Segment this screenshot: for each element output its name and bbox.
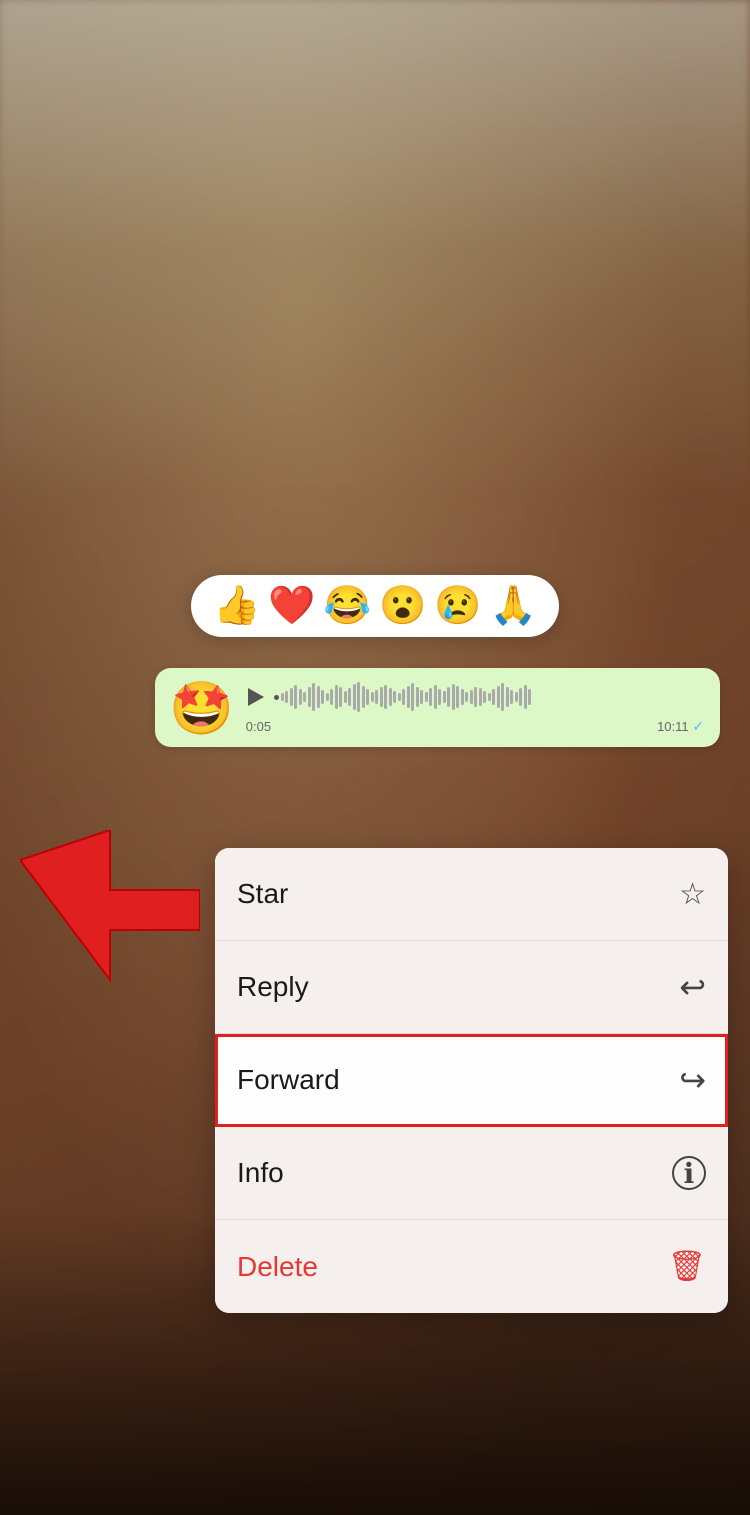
waveform-bar (299, 689, 302, 705)
voice-controls (246, 682, 704, 712)
waveform-bar (384, 685, 387, 709)
emoji-laugh[interactable]: 😂 (324, 587, 371, 625)
emoji-thumbsup[interactable]: 👍 (213, 587, 260, 625)
emoji-pray[interactable]: 🙏 (490, 587, 537, 625)
waveform-bar (470, 690, 473, 704)
waveform-bar (465, 692, 468, 702)
waveform-bar (501, 683, 504, 711)
waveform-bar (434, 685, 437, 709)
menu-item-info[interactable]: Info ℹ (215, 1127, 728, 1220)
forward-icon: ↪ (679, 1061, 706, 1099)
waveform-bar (366, 689, 369, 705)
waveform-bar (488, 693, 491, 701)
waveform-bar (515, 692, 518, 702)
waveform-bar (330, 689, 333, 705)
waveform-bar (375, 690, 378, 704)
red-arrow-annotation (20, 830, 200, 1010)
background-top-patch (0, 0, 750, 500)
menu-item-star[interactable]: Star ☆ (215, 848, 728, 941)
waveform-bar (407, 686, 410, 708)
menu-info-label: Info (237, 1157, 284, 1189)
menu-reply-label: Reply (237, 971, 309, 1003)
waveform-bar (456, 686, 459, 708)
waveform-bar (357, 682, 360, 712)
waveform-bar (326, 693, 329, 701)
waveform-bar (510, 690, 513, 704)
waveform (274, 682, 704, 712)
waveform-bar (461, 689, 464, 705)
waveform-bar (371, 692, 374, 702)
voice-message-bubble: 🤩 0:05 10:11 ✓ (155, 668, 720, 747)
delete-icon: 🗑 (668, 1249, 706, 1284)
waveform-bar (429, 688, 432, 706)
waveform-bar (411, 683, 414, 711)
waveform-bar (528, 689, 531, 705)
voice-duration-start: 0:05 (246, 719, 271, 734)
play-button-icon[interactable] (248, 688, 264, 706)
waveform-bar (380, 687, 383, 707)
waveform-bar (348, 688, 351, 706)
waveform-bar (281, 693, 284, 701)
context-menu: Star ☆ Reply ↩ Forward ↪ Info ℹ Delete 🗑 (215, 848, 728, 1313)
message-avatar-emoji: 🤩 (169, 683, 234, 735)
menu-star-label: Star (237, 878, 288, 910)
waveform-bar (416, 687, 419, 707)
waveform-bar (303, 692, 306, 702)
waveform-bar (438, 689, 441, 705)
menu-item-forward[interactable]: Forward ↪ (215, 1034, 728, 1127)
waveform-bar (285, 691, 288, 703)
info-icon: ℹ (672, 1156, 706, 1190)
menu-item-delete[interactable]: Delete 🗑 (215, 1220, 728, 1313)
waveform-bar (443, 691, 446, 703)
waveform-bar (497, 686, 500, 708)
waveform-bars (281, 682, 704, 712)
message-content: 0:05 10:11 ✓ (246, 682, 704, 735)
waveform-bar (425, 692, 428, 702)
waveform-dot (274, 695, 279, 700)
waveform-bar (389, 688, 392, 706)
waveform-bar (402, 689, 405, 705)
waveform-bar (362, 686, 365, 708)
emoji-surprised[interactable]: 😮 (379, 587, 426, 625)
message-time-row: 0:05 10:11 ✓ (246, 718, 704, 735)
emoji-reaction-bar[interactable]: 👍 ❤️ 😂 😮 😢 🙏 (191, 575, 559, 637)
waveform-bar (335, 685, 338, 709)
waveform-bar (344, 691, 347, 703)
waveform-bar (398, 693, 401, 701)
waveform-bar (312, 683, 315, 711)
waveform-bar (479, 688, 482, 706)
menu-delete-label: Delete (237, 1251, 318, 1283)
waveform-bar (452, 684, 455, 710)
waveform-bar (290, 688, 293, 706)
emoji-cry[interactable]: 😢 (434, 587, 481, 625)
waveform-bar (524, 685, 527, 709)
waveform-bar (393, 691, 396, 703)
voice-duration-end: 10:11 ✓ (657, 718, 704, 735)
waveform-bar (294, 685, 297, 709)
waveform-bar (483, 691, 486, 703)
waveform-bar (447, 687, 450, 707)
reply-icon: ↩ (679, 968, 706, 1006)
waveform-bar (353, 684, 356, 710)
waveform-bar (308, 687, 311, 707)
waveform-bar (492, 689, 495, 705)
waveform-bar (519, 688, 522, 706)
waveform-bar (474, 687, 477, 707)
waveform-bar (420, 690, 423, 704)
menu-forward-label: Forward (237, 1064, 340, 1096)
waveform-bar (506, 687, 509, 707)
waveform-bar (317, 686, 320, 708)
read-checkmark: ✓ (692, 718, 704, 734)
emoji-heart[interactable]: ❤️ (268, 587, 315, 625)
waveform-bar (321, 690, 324, 704)
star-icon: ☆ (679, 877, 706, 912)
menu-item-reply[interactable]: Reply ↩ (215, 941, 728, 1034)
waveform-bar (339, 687, 342, 707)
